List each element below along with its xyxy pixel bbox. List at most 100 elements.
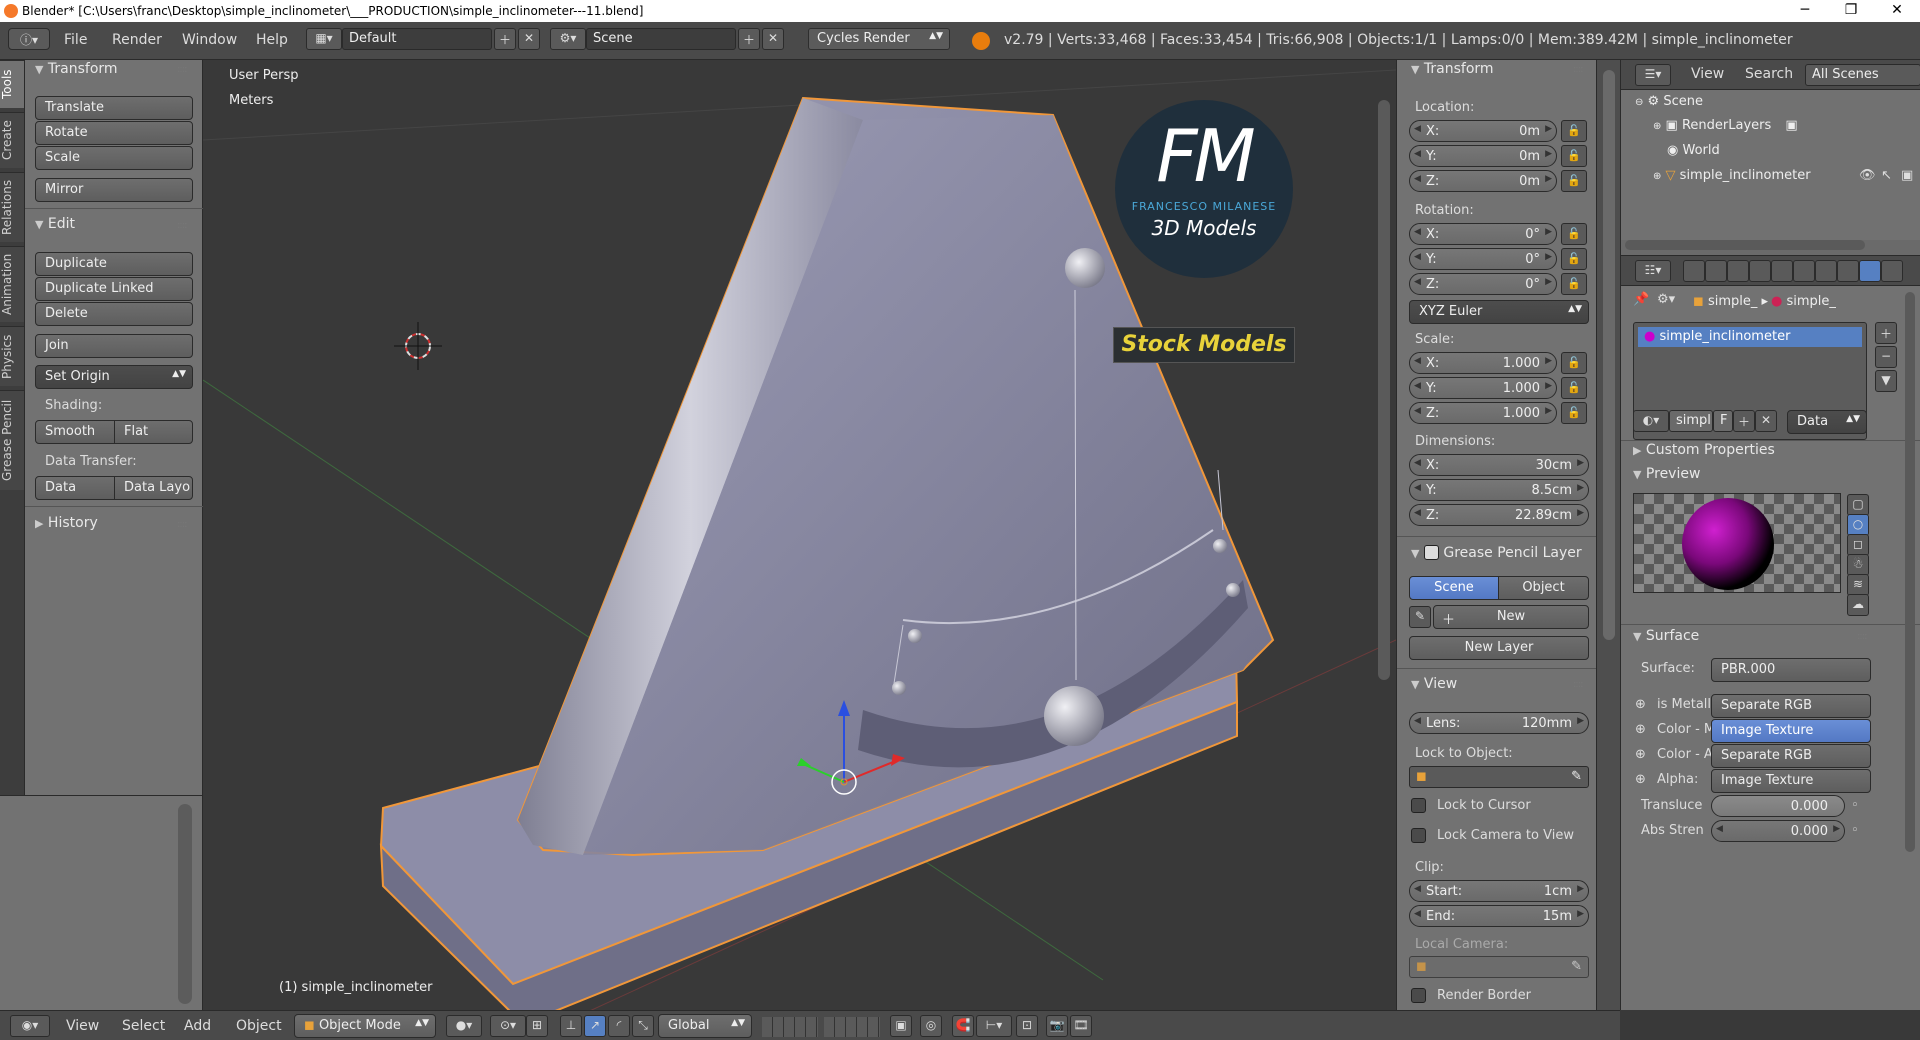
scale-x-field[interactable]: ◀ X: 1.000 ▶: [1409, 352, 1557, 374]
translucency-field[interactable]: 0.000: [1711, 795, 1845, 817]
input-expand-icon[interactable]: ⊕: [1635, 747, 1646, 762]
preview-cube-icon[interactable]: ◻: [1847, 534, 1869, 556]
location-x-field[interactable]: ◀ X: 0m ▶: [1409, 120, 1557, 142]
data-tab-icon[interactable]: [1837, 260, 1859, 282]
add-layout-icon[interactable]: ＋: [494, 28, 516, 50]
gp-new-button[interactable]: ＋ New: [1433, 605, 1589, 629]
abs-strength-field[interactable]: ◀ 0.000 ▶: [1711, 820, 1845, 842]
lock-icon[interactable]: 🔓: [1561, 223, 1587, 245]
panel-grip-icon[interactable]: ::::: [177, 519, 188, 530]
tab-physics[interactable]: Physics: [0, 326, 24, 386]
visibility-eye-icon[interactable]: 👁: [1859, 168, 1876, 183]
scrollbar[interactable]: [178, 804, 192, 1004]
local-camera-field[interactable]: ◼ ✎: [1409, 956, 1589, 978]
material-new-icon[interactable]: ＋: [1733, 410, 1755, 432]
scale-button[interactable]: Scale: [35, 146, 193, 170]
translate-button[interactable]: Translate: [35, 96, 193, 120]
input-color-ab-link[interactable]: Separate RGB: [1711, 744, 1871, 768]
rotation-y-field[interactable]: ◀ Y: 0° ▶: [1409, 248, 1557, 270]
scrollbar[interactable]: [1603, 70, 1615, 640]
orientation-dropdown[interactable]: Global ▲▼: [658, 1014, 752, 1038]
lens-field[interactable]: ◀ Lens: 120mm ▶: [1409, 712, 1589, 734]
lock-icon[interactable]: 🔓: [1561, 170, 1587, 192]
pivot-point-icon[interactable]: ⊙▾: [490, 1015, 526, 1037]
menu-file[interactable]: File: [64, 32, 87, 48]
input-expand-icon[interactable]: ⊕: [1635, 697, 1646, 712]
npanel-scrollbar[interactable]: [1378, 100, 1390, 680]
add-scene-icon[interactable]: ＋: [738, 28, 760, 50]
tab-tools[interactable]: Tools: [0, 60, 24, 108]
properties-scrollbar[interactable]: [1905, 292, 1915, 852]
tab-grease-pencil[interactable]: Grease Pencil: [0, 390, 24, 490]
preview-sky-icon[interactable]: ☁: [1847, 594, 1869, 616]
delete-button[interactable]: Delete: [35, 302, 193, 326]
scale-y-field[interactable]: ◀ Y: 1.000 ▶: [1409, 377, 1557, 399]
panel-grip-icon[interactable]: ::::: [1573, 679, 1584, 690]
clip-end-field[interactable]: ◀ End: 15m ▶: [1409, 905, 1589, 927]
menu-view[interactable]: View: [66, 1018, 99, 1034]
breadcrumb-material[interactable]: ● simple_: [1771, 294, 1836, 309]
surface-shader-button[interactable]: PBR.000: [1711, 658, 1871, 682]
snap-icon[interactable]: 🧲: [952, 1015, 974, 1037]
render-camera-icon[interactable]: ▣: [1901, 168, 1913, 183]
object-mode-dropdown[interactable]: ◼ Object Mode ▲▼: [294, 1014, 436, 1038]
n-transform-header[interactable]: ▼ Transform: [1411, 61, 1494, 77]
mirror-button[interactable]: Mirror: [35, 178, 193, 202]
input-alpha-link[interactable]: Image Texture: [1711, 769, 1871, 793]
slot-menu-icon[interactable]: ▼: [1875, 370, 1897, 392]
proportional-edit-icon[interactable]: ◎: [920, 1015, 942, 1037]
remove-layout-icon[interactable]: ✕: [518, 28, 540, 50]
maximize-button[interactable]: ❐: [1828, 2, 1874, 20]
location-z-field[interactable]: ◀ Z: 0m ▶: [1409, 170, 1557, 192]
dimension-x-field[interactable]: ◀ X: 30cm ▶: [1409, 454, 1589, 476]
dimension-y-field[interactable]: ◀ Y: 8.5cm ▶: [1409, 479, 1589, 501]
tab-relations[interactable]: Relations: [0, 172, 24, 242]
render-engine-dropdown[interactable]: Cycles Render ▲▼: [808, 28, 950, 50]
layers-grid-a[interactable]: [762, 1017, 818, 1037]
outliner-hscrollbar[interactable]: [1625, 240, 1865, 250]
socket-icon[interactable]: ◦: [1851, 798, 1859, 813]
layout-selector[interactable]: Default: [342, 28, 492, 50]
edit-panel-header[interactable]: ▼ Edit: [35, 216, 75, 232]
layer-lock-icon[interactable]: ▣: [890, 1015, 912, 1037]
preview-header[interactable]: ▼ Preview: [1633, 466, 1700, 482]
render-tab-icon[interactable]: [1683, 260, 1705, 282]
join-button[interactable]: Join: [35, 334, 193, 358]
tab-create[interactable]: Create: [0, 112, 24, 168]
menu-help[interactable]: Help: [256, 32, 288, 48]
view-panel-header[interactable]: ▼ View: [1411, 676, 1457, 692]
outliner-filter-dropdown[interactable]: All Scenes: [1805, 64, 1920, 86]
outliner-row-scene[interactable]: ⊖ ⚙ Scene: [1635, 94, 1703, 109]
menu-window[interactable]: Window: [182, 32, 237, 48]
render-icon[interactable]: ▣: [1785, 118, 1797, 133]
lock-icon[interactable]: 🔓: [1561, 377, 1587, 399]
input-color-ma-link[interactable]: Image Texture: [1711, 719, 1871, 743]
snap-element-icon[interactable]: ⊢▾: [976, 1015, 1012, 1037]
translate-manip-icon[interactable]: ⊥: [560, 1015, 582, 1037]
snap-target-icon[interactable]: ⊡: [1016, 1015, 1038, 1037]
rotation-x-field[interactable]: ◀ X: 0° ▶: [1409, 223, 1557, 245]
preview-monkey-icon[interactable]: ☃: [1847, 554, 1869, 576]
gp-object-toggle[interactable]: Object: [1498, 576, 1589, 600]
input-expand-icon[interactable]: ⊕: [1635, 772, 1646, 787]
scale-z-field[interactable]: ◀ Z: 1.000 ▶: [1409, 402, 1557, 424]
lock-icon[interactable]: 🔓: [1561, 402, 1587, 424]
rotate-manip-icon[interactable]: ◜: [608, 1015, 630, 1037]
texture-tab-icon[interactable]: [1881, 260, 1903, 282]
outliner-row-world[interactable]: ◉ World: [1667, 143, 1720, 158]
input-expand-icon[interactable]: ⊕: [1635, 722, 1646, 737]
panel-grip-icon[interactable]: ::::: [1857, 631, 1868, 642]
transform-panel-header[interactable]: ▼ Transform: [35, 61, 118, 77]
grease-pencil-layer-header[interactable]: ▼ Grease Pencil Layer: [1411, 542, 1597, 561]
menu-add[interactable]: Add: [184, 1018, 211, 1034]
rotation-mode-dropdown[interactable]: XYZ Euler ▲▼: [1409, 300, 1589, 324]
render-border-checkbox[interactable]: [1411, 988, 1426, 1003]
lock-to-cursor-checkbox[interactable]: [1411, 798, 1426, 813]
panel-grip-icon[interactable]: ::::: [177, 64, 188, 75]
smooth-button[interactable]: Smooth: [35, 420, 115, 444]
custom-properties-header[interactable]: ▶ Custom Properties: [1633, 442, 1775, 458]
material-browse-icon[interactable]: ◐▾: [1633, 410, 1669, 432]
lock-icon[interactable]: 🔓: [1561, 273, 1587, 295]
lock-icon[interactable]: 🔓: [1561, 352, 1587, 374]
layers-tab-icon[interactable]: [1705, 260, 1727, 282]
